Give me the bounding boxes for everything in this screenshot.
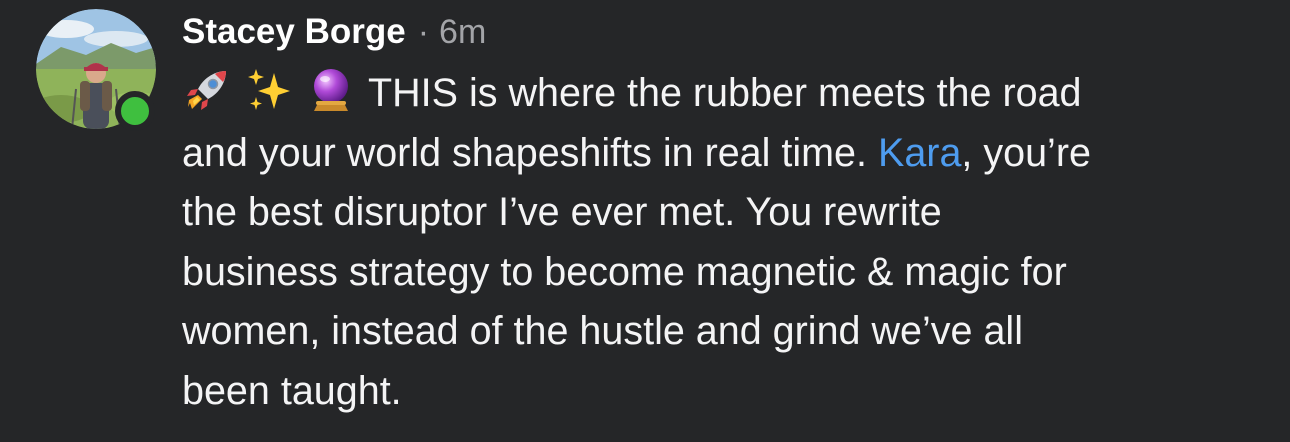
comment-text-line2b: , you’re (961, 130, 1091, 175)
comment-line: THIS is where the rubber meets the road (182, 64, 1272, 124)
comment-line: women, instead of the hustle and grind w… (182, 309, 1023, 353)
mention-link[interactable]: Kara (878, 131, 961, 175)
sparkles-icon (244, 65, 294, 115)
comment-text-line2a: and your world shapeshifts in real time. (182, 130, 878, 175)
timestamp[interactable]: 6m (439, 13, 486, 52)
online-status-indicator (115, 91, 155, 131)
meta-separator: · (417, 13, 430, 51)
crystal-ball-icon (306, 65, 356, 115)
rocket-icon (182, 65, 232, 115)
comment-line: been taught. (182, 368, 402, 413)
comment-item: Stacey Borge · 6m THIS is where the rubb… (0, 0, 1290, 442)
comment-text-line1: THIS is where the rubber meets the road (368, 71, 1082, 115)
author-name[interactable]: Stacey Borge (182, 12, 406, 52)
comment-line: the best disruptor I’ve ever met. You re… (182, 190, 942, 234)
comment-line: business strategy to become magnetic & m… (182, 249, 1067, 294)
comment-body: THIS is where the rubber meets the road … (182, 64, 1272, 421)
comment-header: Stacey Borge · 6m (182, 12, 486, 56)
comment-line: and your world shapeshifts in real time.… (182, 124, 1272, 184)
avatar-container[interactable] (36, 9, 156, 131)
